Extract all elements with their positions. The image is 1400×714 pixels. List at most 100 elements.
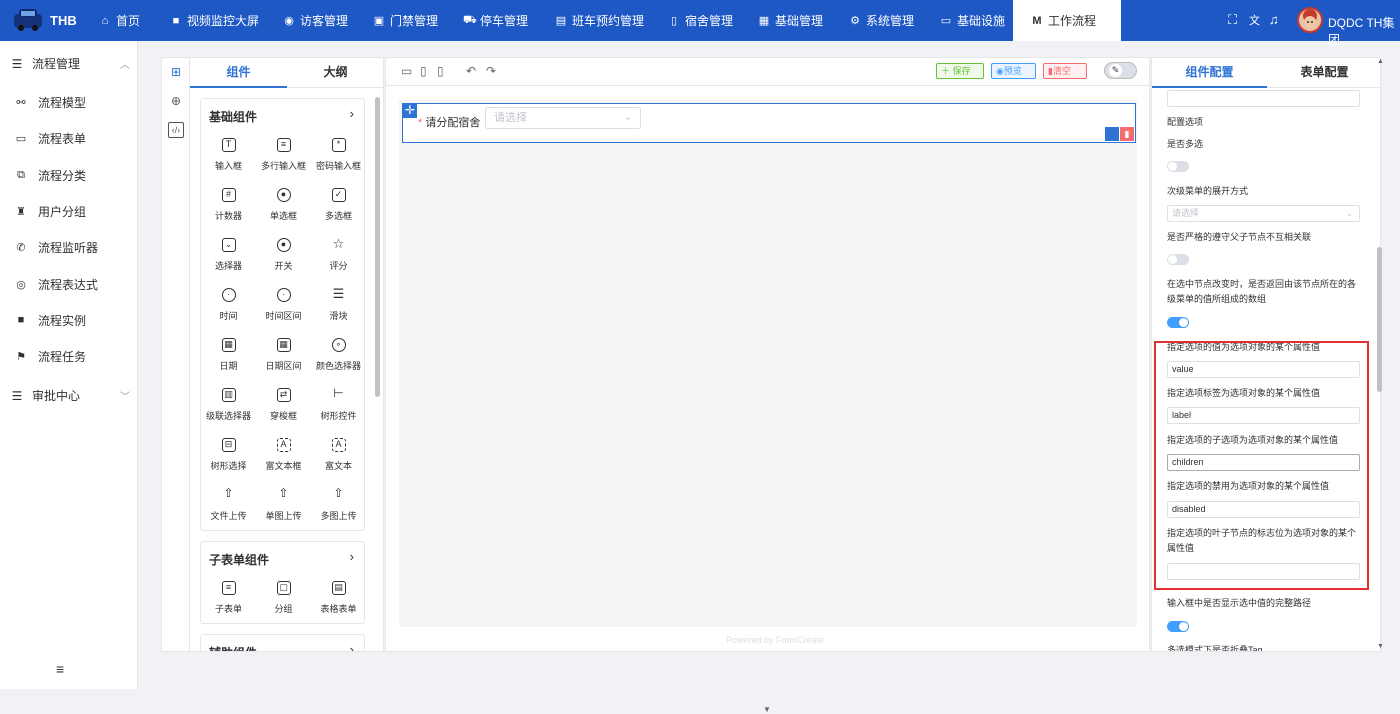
desktop-icon[interactable]: ▭ bbox=[401, 64, 412, 78]
save-button[interactable]: ＋ 保存 bbox=[936, 63, 984, 79]
component-password[interactable]: * 密码输入框 bbox=[311, 133, 366, 181]
translate-icon[interactable]: 文 bbox=[1249, 12, 1260, 28]
sidebar-item-model[interactable]: ⚯ 流程模型 bbox=[14, 94, 86, 111]
redo-icon[interactable]: ↷ bbox=[486, 64, 496, 78]
component-color-picker[interactable]: ∘ 颜色选择器 bbox=[311, 333, 366, 381]
component-time-range[interactable]: · 时间区间 bbox=[256, 283, 311, 331]
chevron-right-icon[interactable]: › bbox=[350, 642, 354, 651]
nav-access[interactable]: ▣ 门禁管理 bbox=[373, 0, 438, 41]
component-subform[interactable]: ≡ 子表单 bbox=[201, 576, 256, 624]
form-field-dorm-select[interactable]: ✛ * 请分配宿舍 请选择 ⌄ ▮ bbox=[402, 103, 1136, 143]
basic-component-group: 基础组件 › T 输入框 ≡ 多行输入框 * 密码输入框 # 计数器 ● 单选框 ✓ 多选框… bbox=[200, 98, 365, 531]
dorm-select[interactable]: 请选择 ⌄ bbox=[485, 107, 641, 129]
tab-components[interactable]: 组件 bbox=[190, 58, 287, 88]
component-time[interactable]: · 时间 bbox=[201, 283, 256, 331]
top-navbar: THB ⌂ 首页 ■ 视频监控大屏 ◉ 访客管理 ▣ 门禁管理 ⛟ 停车管理 ▤ 班车预约管… bbox=[0, 0, 1400, 47]
component-label: 树形选择 bbox=[210, 461, 247, 471]
drag-handle-icon[interactable]: ✛ bbox=[403, 104, 417, 118]
mobile-icon[interactable]: ▯ bbox=[437, 64, 444, 78]
component-transfer[interactable]: ⇄ 穿梭框 bbox=[256, 383, 311, 431]
sidebar-group-process[interactable]: ☰ 流程管理 ︿ bbox=[10, 55, 130, 72]
delete-icon[interactable]: ▮ bbox=[1120, 127, 1134, 141]
config-scrollbar[interactable] bbox=[1377, 247, 1382, 392]
scroll-up-arrow-icon[interactable]: ▲ bbox=[1377, 58, 1384, 65]
sidebar-item-instance[interactable]: ■ 流程实例 bbox=[14, 312, 86, 329]
component-input[interactable]: T 输入框 bbox=[201, 133, 256, 181]
tab-component-config[interactable]: 组件配置 bbox=[1152, 58, 1267, 88]
sidebar-item-user-group[interactable]: ♜ 用户分组 bbox=[14, 203, 86, 220]
tab-form-config[interactable]: 表单配置 bbox=[1267, 58, 1380, 88]
sidebar-item-category[interactable]: ⧉ 流程分类 bbox=[14, 167, 86, 184]
sidebar-group-approval[interactable]: ☰ 审批中心 ﹀ bbox=[10, 387, 130, 404]
emit-path-switch[interactable] bbox=[1167, 317, 1189, 328]
nav-video-monitor[interactable]: ■ 视频监控大屏 bbox=[170, 0, 259, 41]
component-file-upload[interactable]: ⇧ 文件上传 bbox=[201, 483, 256, 531]
tablet-icon[interactable]: ▯ bbox=[420, 64, 427, 78]
check-strictly-switch[interactable] bbox=[1167, 254, 1189, 265]
component-textarea[interactable]: ≡ 多行输入框 bbox=[256, 133, 311, 181]
nav-workflow[interactable]: M 工作流程 bbox=[1013, 0, 1121, 41]
chevron-up-icon: ︿ bbox=[120, 60, 130, 71]
config-input-top[interactable] bbox=[1167, 90, 1360, 107]
undo-icon[interactable]: ↶ bbox=[466, 64, 476, 78]
bell-icon[interactable]: ♫ bbox=[1269, 12, 1279, 27]
nav-parking[interactable]: ⛟ 停车管理 bbox=[463, 0, 528, 41]
nav-label: 停车管理 bbox=[480, 14, 529, 28]
component-counter[interactable]: # 计数器 bbox=[201, 183, 256, 231]
component-checkbox[interactable]: ✓ 多选框 bbox=[311, 183, 366, 231]
category-icon: ⧉ bbox=[17, 168, 25, 181]
component-multi-image-upload[interactable]: ⇧ 多图上传 bbox=[311, 483, 366, 531]
nav-infra[interactable]: ▭ 基础设施 bbox=[940, 0, 1005, 41]
component-single-image-upload[interactable]: ⇧ 单图上传 bbox=[256, 483, 311, 531]
nav-dorm[interactable]: ▯ 宿舍管理 bbox=[668, 0, 733, 41]
component-select[interactable]: ⌄ 选择器 bbox=[201, 233, 256, 281]
component-date-range[interactable]: ▦ 日期区间 bbox=[256, 333, 311, 381]
component-table-form[interactable]: ▤ 表格表单 bbox=[311, 576, 366, 624]
sidebar-item-form[interactable]: ▭ 流程表单 bbox=[14, 130, 86, 147]
avatar[interactable] bbox=[1297, 7, 1323, 33]
nav-home[interactable]: ⌂ 首页 bbox=[99, 0, 140, 41]
nav-basic[interactable]: ▦ 基础管理 bbox=[758, 0, 823, 41]
preview-button[interactable]: ◉预览 bbox=[991, 63, 1036, 79]
car-logo-icon[interactable] bbox=[12, 6, 44, 34]
collapse-menu-icon[interactable]: ≡ bbox=[56, 661, 64, 677]
component-switch[interactable]: ● 开关 bbox=[256, 233, 311, 281]
component-date[interactable]: ▦ 日期 bbox=[201, 333, 256, 381]
copy-button[interactable] bbox=[1105, 127, 1119, 141]
component-group[interactable]: ▢ 分组 bbox=[256, 576, 311, 624]
username[interactable]: DQDC TH集团 bbox=[1328, 14, 1400, 48]
fullscreen-icon[interactable]: ⛶ bbox=[1228, 12, 1237, 28]
component-cascader[interactable]: ▥ 级联选择器 bbox=[201, 383, 256, 431]
grid-icon[interactable]: ⊞ bbox=[168, 65, 184, 81]
globe-icon[interactable]: ⊕ bbox=[168, 94, 184, 110]
show-all-levels-switch[interactable] bbox=[1167, 621, 1189, 632]
nav-system[interactable]: ⚙ 系统管理 bbox=[849, 0, 914, 41]
chevron-right-icon[interactable]: › bbox=[350, 106, 354, 121]
select-placeholder: 请选择 bbox=[494, 112, 527, 124]
component-scrollbar[interactable] bbox=[375, 97, 380, 397]
sidebar-item-expression[interactable]: ◎ 流程表达式 bbox=[14, 276, 98, 293]
nav-shuttle[interactable]: ▤ 班车预约管理 bbox=[555, 0, 644, 41]
code-icon[interactable]: ‹/› bbox=[168, 122, 184, 138]
component-label: 富文本框 bbox=[265, 461, 302, 471]
scroll-down-arrow-icon[interactable]: ▼ bbox=[763, 705, 771, 714]
component-rich-text-box[interactable]: A 富文本框 bbox=[256, 433, 311, 481]
canvas-body[interactable] bbox=[399, 100, 1137, 627]
component-tree[interactable]: ⊢ 树形控件 bbox=[311, 383, 366, 431]
sidebar-item-task[interactable]: ⚑ 流程任务 bbox=[14, 348, 86, 365]
chevron-right-icon[interactable]: › bbox=[350, 549, 354, 564]
component-slider[interactable]: ☰ 滑块 bbox=[311, 283, 366, 331]
tab-outline[interactable]: 大纲 bbox=[287, 58, 383, 88]
component-rate[interactable]: ☆ 评分 bbox=[311, 233, 366, 281]
multiple-switch[interactable] bbox=[1167, 161, 1189, 172]
component-rich-text[interactable]: A 富文本 bbox=[311, 433, 366, 481]
nav-visitor[interactable]: ◉ 访客管理 bbox=[283, 0, 348, 41]
edit-toggle[interactable]: ✎ bbox=[1104, 62, 1137, 79]
expand-trigger-select[interactable]: 请选择 ⌄ bbox=[1167, 205, 1360, 222]
sidebar-item-listener[interactable]: ✆ 流程监听器 bbox=[14, 239, 98, 256]
component-label: 分组 bbox=[274, 604, 293, 614]
component-radio[interactable]: ● 单选框 bbox=[256, 183, 311, 231]
clear-button[interactable]: ▮清空 bbox=[1043, 63, 1087, 79]
scroll-down-arrow-icon[interactable]: ▼ bbox=[1377, 643, 1384, 650]
component-tree-select[interactable]: ⊟ 树形选择 bbox=[201, 433, 256, 481]
